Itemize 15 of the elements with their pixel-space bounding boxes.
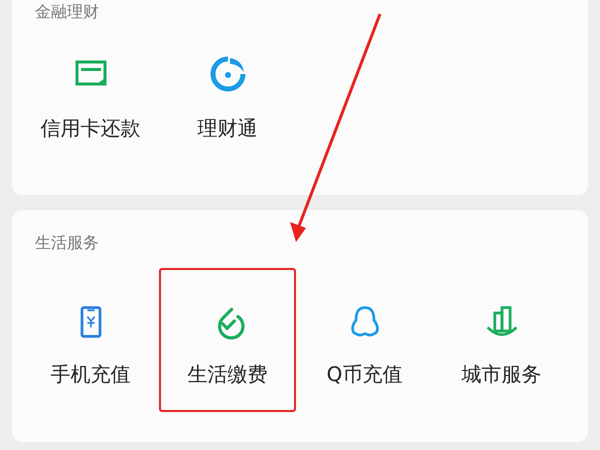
service-item[interactable]: 信用卡还款 <box>22 23 159 167</box>
service-item[interactable]: Q币充值 <box>296 268 433 412</box>
service-item[interactable]: 手机充值 <box>22 268 159 412</box>
service-label: Q币充值 <box>326 361 402 388</box>
section-title: 金融理财 <box>34 1 100 23</box>
service-label: 信用卡还款 <box>40 115 140 142</box>
service-label: 城市服务 <box>462 361 542 388</box>
service-label: 生活缴费 <box>188 361 268 388</box>
swirl-icon <box>208 54 248 94</box>
service-label: 手机充值 <box>50 361 130 388</box>
service-item[interactable]: 生活缴费 <box>159 268 296 412</box>
service-item[interactable]: 城市服务 <box>433 268 570 412</box>
service-item[interactable]: 理财通 <box>159 23 296 167</box>
service-label: 理财通 <box>198 115 258 142</box>
section-title: 生活服务 <box>34 232 100 254</box>
